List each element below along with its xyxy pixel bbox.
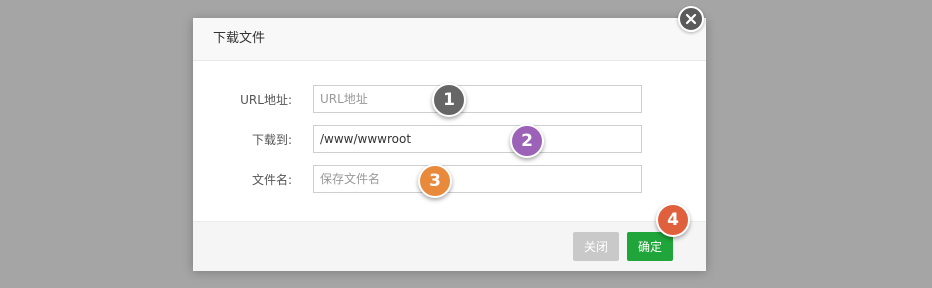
download-to-row: 下载到: bbox=[193, 125, 706, 155]
download-file-dialog: 下载文件 URL地址: 下载到: 文件名: 关闭 确定 bbox=[193, 18, 706, 271]
step-marker-1: 1 bbox=[432, 83, 466, 117]
step-marker-2: 2 bbox=[510, 124, 544, 158]
download-path-input[interactable] bbox=[313, 125, 642, 153]
url-input[interactable] bbox=[313, 85, 642, 113]
dialog-close-button[interactable] bbox=[678, 6, 704, 32]
filename-label: 文件名: bbox=[251, 173, 292, 187]
step-marker-3: 3 bbox=[418, 164, 452, 198]
download-to-label: 下载到: bbox=[251, 133, 292, 147]
url-label: URL地址: bbox=[240, 93, 292, 107]
dialog-footer: 关闭 确定 bbox=[193, 221, 706, 271]
dialog-header: 下载文件 bbox=[193, 18, 706, 61]
confirm-button[interactable]: 确定 bbox=[627, 232, 673, 261]
close-button[interactable]: 关闭 bbox=[573, 232, 619, 261]
close-icon bbox=[685, 13, 697, 25]
filename-input[interactable] bbox=[313, 165, 642, 193]
step-marker-4: 4 bbox=[656, 203, 690, 237]
dialog-title: 下载文件 bbox=[213, 31, 266, 46]
